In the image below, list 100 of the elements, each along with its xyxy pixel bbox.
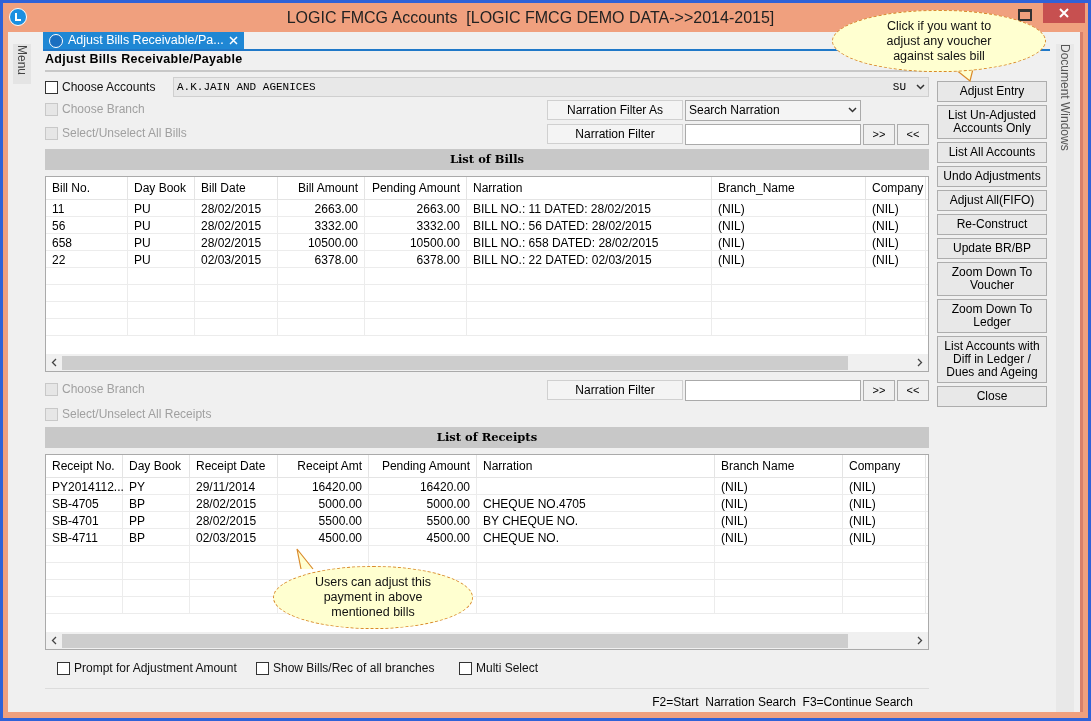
action-button[interactable]: Re-Construct — [937, 214, 1047, 235]
action-button[interactable]: Zoom Down To Ledger — [937, 299, 1047, 333]
checkbox[interactable] — [459, 661, 472, 675]
close-button[interactable] — [1043, 3, 1085, 23]
menu-panel-tab[interactable]: Menu — [13, 44, 31, 84]
column-header[interactable]: Pending Amount — [369, 455, 477, 477]
table-cell: PU — [128, 251, 195, 269]
column-header[interactable]: Company — [866, 177, 926, 199]
dropdown-value: Search Narration — [689, 102, 781, 119]
table-cell: (NIL) — [715, 529, 843, 547]
action-button[interactable]: List Accounts with Diff in Ledger / Dues and Ageing — [937, 336, 1047, 383]
checkbox[interactable] — [57, 661, 70, 675]
checkbox[interactable] — [45, 80, 58, 94]
column-header[interactable]: Receipt Date — [190, 455, 278, 477]
table-cell: 11 — [46, 200, 128, 218]
callout-pointer — [293, 548, 315, 570]
caret-icon — [848, 107, 857, 113]
table-cell: BILL NO.: 22 DATED: 02/03/2015 — [467, 251, 712, 269]
table-cell: 5500.00 — [278, 512, 369, 530]
account-code: SU — [892, 79, 906, 95]
document-windows-tab[interactable]: Document Windows — [1056, 44, 1074, 712]
table-cell: 28/02/2015 — [190, 512, 278, 530]
checkbox-label: Choose Branch — [62, 381, 145, 398]
app-logo-icon — [49, 33, 63, 48]
action-button[interactable]: Zoom Down To Voucher — [937, 262, 1047, 296]
column-header[interactable]: Receipt Amt — [278, 455, 369, 477]
table-cell: BILL NO.: 11 DATED: 28/02/2015 — [467, 200, 712, 218]
table-cell: 28/02/2015 — [195, 234, 278, 252]
section-header: List of Receipts — [45, 427, 929, 448]
scroll-thumb[interactable] — [62, 355, 848, 370]
table-cell: PY — [123, 478, 190, 496]
action-button[interactable]: Update BR/BP — [937, 238, 1047, 259]
form-heading: Adjust Bills Receivable/Payable — [45, 51, 243, 67]
table-cell: PU — [128, 234, 195, 252]
filter-nav-button[interactable]: >> — [863, 379, 895, 401]
close-tab-icon[interactable] — [228, 36, 238, 45]
table-cell: 28/02/2015 — [190, 495, 278, 513]
narration-filter-field[interactable] — [685, 123, 861, 145]
table-cell: PP — [123, 512, 190, 530]
table-cell: 02/03/2015 — [195, 251, 278, 269]
table-cell: (NIL) — [712, 234, 866, 252]
table-cell: PU — [128, 200, 195, 218]
account-dropdown[interactable]: A.K.JAIN AND AGENICES SU — [173, 77, 929, 97]
field-label: Narration Filter — [547, 124, 683, 144]
window-title: LOGIC FMCG Accounts [LOGIC FMCG DEMO DATA->>2014-2015] — [286, 7, 775, 28]
column-header[interactable]: Narration — [477, 455, 715, 477]
table-cell: 22 — [46, 251, 128, 269]
table-cell: (NIL) — [843, 529, 926, 547]
column-header[interactable]: Narration — [467, 177, 712, 199]
checkbox-label: Select/Unselect All Bills — [62, 125, 187, 142]
column-header[interactable]: Company — [843, 455, 926, 477]
column-header[interactable]: Branch Name — [715, 455, 843, 477]
table-cell: (NIL) — [712, 200, 866, 218]
action-button[interactable]: List All Accounts — [937, 142, 1047, 163]
scroll-thumb[interactable] — [62, 633, 848, 648]
column-header[interactable]: Day Book — [123, 455, 190, 477]
table-cell: CHEQUE NO.4705 — [477, 495, 715, 513]
table-cell: (NIL) — [843, 512, 926, 530]
checkbox[interactable] — [256, 661, 269, 675]
table-cell: (NIL) — [866, 200, 926, 218]
filter-nav-button[interactable]: >> — [863, 123, 895, 145]
horizontal-scrollbar[interactable] — [46, 632, 928, 649]
narration-filter-field[interactable] — [685, 379, 861, 401]
table-cell: (NIL) — [866, 251, 926, 269]
action-button[interactable]: Undo Adjustments — [937, 166, 1047, 187]
column-header[interactable]: Bill No. — [46, 177, 128, 199]
column-header[interactable]: Receipt No. — [46, 455, 123, 477]
column-header[interactable]: Bill Amount — [278, 177, 365, 199]
action-button[interactable]: Adjust Entry — [937, 81, 1047, 102]
horizontal-scrollbar[interactable] — [46, 354, 928, 371]
table-cell: PY2014112... — [46, 478, 123, 496]
table-cell: 10500.00 — [365, 234, 467, 252]
status-bar-text: F2=Start Narration Search F3=Continue Search — [652, 694, 913, 711]
action-button[interactable]: Adjust All(FIFO) — [937, 190, 1047, 211]
document-tab[interactable]: Adjust Bills Receivable/Pa... — [43, 32, 244, 49]
table-cell: SB-4711 — [46, 529, 123, 547]
table-cell: 3332.00 — [365, 217, 467, 235]
table-cell: 29/11/2014 — [190, 478, 278, 496]
column-header[interactable]: Day Book — [128, 177, 195, 199]
table-cell: SB-4705 — [46, 495, 123, 513]
action-button[interactable]: List Un-Adjusted Accounts Only — [937, 105, 1047, 139]
checkbox-label: Prompt for Adjustment Amount — [74, 660, 237, 677]
table-cell: (NIL) — [715, 495, 843, 513]
table-cell: 28/02/2015 — [195, 217, 278, 235]
table-cell: 5500.00 — [369, 512, 477, 530]
table-cell: 16420.00 — [278, 478, 369, 496]
checkbox-label: Multi Select — [476, 660, 539, 677]
filter-nav-button[interactable]: << — [897, 123, 929, 145]
column-header[interactable]: Branch_Name — [712, 177, 866, 199]
column-header[interactable]: Bill Date — [195, 177, 278, 199]
table-cell: (NIL) — [712, 251, 866, 269]
action-button[interactable]: Close — [937, 386, 1047, 407]
column-header[interactable]: Pending Amount — [365, 177, 467, 199]
table-cell: 10500.00 — [278, 234, 365, 252]
table-cell: 5000.00 — [278, 495, 369, 513]
narration-filter-dropdown[interactable]: Search Narration — [685, 99, 861, 121]
table-cell: 02/03/2015 — [190, 529, 278, 547]
table-cell: (NIL) — [866, 234, 926, 252]
table-cell: BILL NO.: 658 DATED: 28/02/2015 — [467, 234, 712, 252]
filter-nav-button[interactable]: << — [897, 379, 929, 401]
